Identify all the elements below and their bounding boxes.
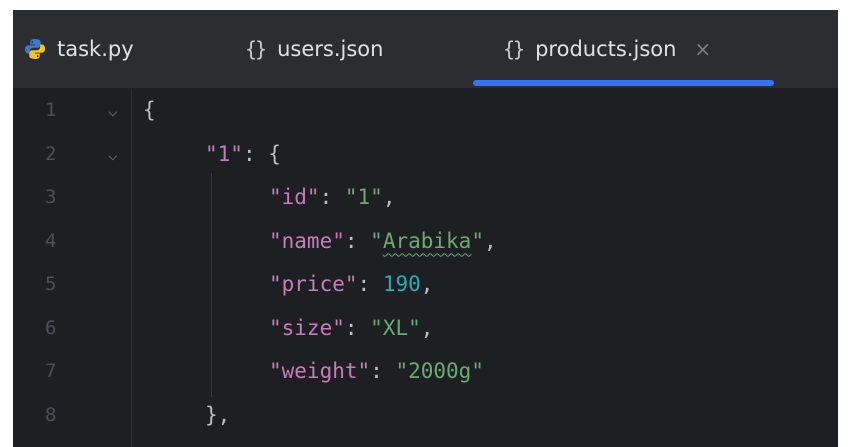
- json-number-value: 190: [382, 272, 421, 296]
- json-key: "price": [269, 272, 358, 296]
- screenshot-frame: task.py {} users.json {} products.json ×…: [0, 0, 848, 447]
- close-brace: },: [205, 402, 231, 427]
- tab-task-py[interactable]: task.py: [23, 10, 134, 88]
- tab-label: products.json: [535, 37, 677, 61]
- editor-tab-bar: task.py {} users.json {} products.json ×: [13, 10, 838, 89]
- open-brace: {: [143, 98, 156, 122]
- json-string-value-typo: Arabika: [382, 228, 472, 253]
- json-key: "weight": [269, 359, 371, 383]
- key-separator: :: [370, 359, 396, 383]
- gutter-line: 7: [13, 350, 133, 394]
- tab-label: users.json: [277, 37, 384, 61]
- tab-users-json[interactable]: {} users.json: [245, 10, 383, 88]
- json-key: "name": [269, 228, 345, 253]
- gutter-line: 3: [13, 176, 133, 220]
- tab-label: task.py: [57, 37, 134, 61]
- indent-guide: [211, 173, 212, 397]
- key-separator: :: [344, 315, 371, 340]
- open-brace: {: [268, 141, 281, 166]
- string-quote: ": [471, 228, 484, 253]
- gutter-line: 2 ⌵: [13, 133, 133, 177]
- key-separator: :: [319, 185, 345, 209]
- string-quote: ": [370, 228, 383, 253]
- code-line-7: "weight": "2000g": [269, 350, 484, 394]
- line-number: 8: [45, 403, 57, 426]
- active-tab-indicator: [473, 80, 774, 86]
- gutter-line: 8: [13, 394, 133, 438]
- comma: ,: [382, 185, 396, 209]
- close-tab-icon[interactable]: ×: [694, 37, 711, 61]
- line-number: 4: [45, 229, 57, 252]
- json-string-value: "2000g": [395, 359, 484, 383]
- json-key: "id": [269, 185, 320, 209]
- json-key: "1": [205, 141, 243, 166]
- line-number: 6: [45, 316, 57, 339]
- code-line-8: },: [205, 394, 230, 438]
- code-line-3: "id": "1",: [269, 176, 395, 220]
- line-number: 1: [45, 99, 57, 121]
- json-braces-icon: {}: [245, 37, 267, 61]
- json-braces-icon: {}: [503, 37, 525, 61]
- comma: ,: [420, 315, 434, 340]
- code-line-5: "price": 190,: [269, 263, 433, 307]
- line-number: 3: [45, 186, 57, 208]
- comma: ,: [483, 228, 497, 253]
- line-number: 5: [45, 273, 57, 295]
- key-separator: :: [242, 141, 269, 166]
- code-line-4: "name": "Arabika",: [269, 220, 497, 264]
- gutter-line: 6: [13, 307, 133, 351]
- key-separator: :: [357, 272, 383, 296]
- editor-window: task.py {} users.json {} products.json ×…: [13, 10, 838, 447]
- line-number: 7: [45, 360, 57, 382]
- gutter-line: 5: [13, 263, 133, 307]
- code-line-6: "size": "XL",: [269, 307, 433, 351]
- code-line-1: {: [143, 89, 156, 133]
- json-string-value: "1": [344, 185, 383, 209]
- key-separator: :: [344, 228, 371, 253]
- gutter-line: 1 ⌵: [13, 89, 133, 133]
- fold-chevron-icon[interactable]: ⌵: [108, 89, 118, 133]
- json-key: "size": [269, 315, 345, 340]
- json-string-value: "XL": [370, 315, 421, 340]
- code-editor[interactable]: 1 ⌵ 2 ⌵ 3 4 5 6 7 8 {"1": {"id": "1", …: [13, 89, 838, 447]
- gutter-line: 4: [13, 220, 133, 264]
- comma: ,: [420, 272, 434, 296]
- line-number: 2: [45, 142, 57, 165]
- python-icon: [23, 37, 47, 61]
- tab-products-json[interactable]: {} products.json ×: [503, 10, 711, 88]
- fold-chevron-icon[interactable]: ⌵: [108, 133, 118, 177]
- code-line-2: "1": {: [205, 133, 281, 177]
